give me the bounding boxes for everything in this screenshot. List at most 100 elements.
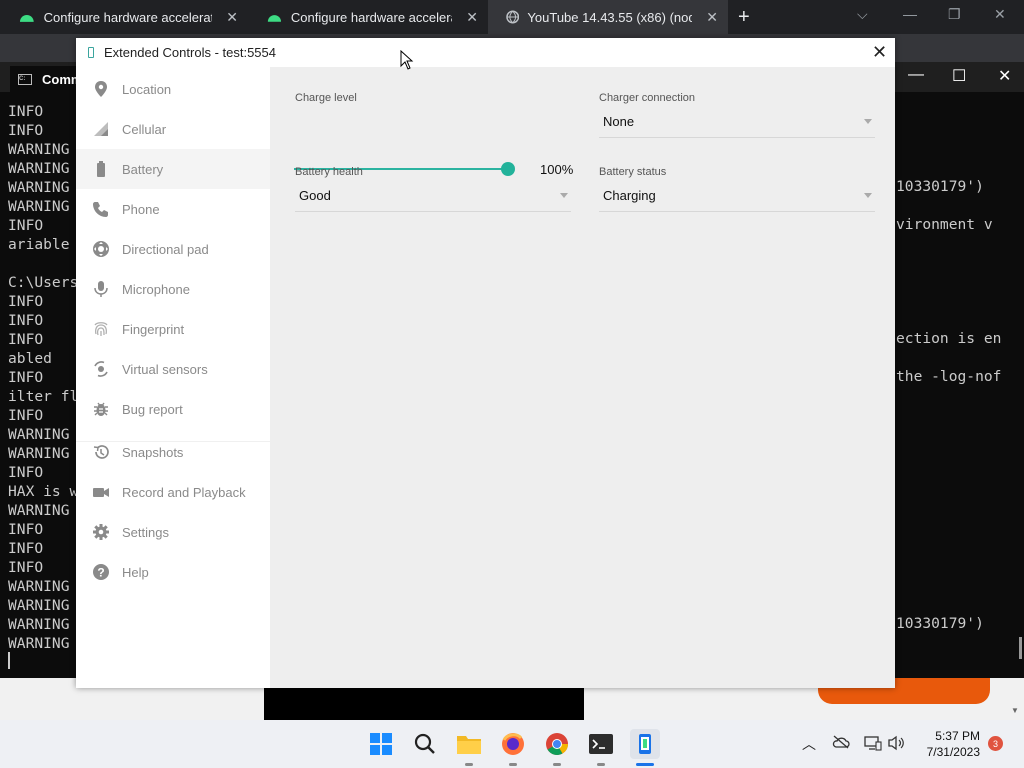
console-close-button[interactable]: ✕ (998, 66, 1011, 86)
fingerprint-icon (92, 320, 110, 338)
text-cursor (8, 652, 10, 669)
console-scrollbar[interactable] (1019, 637, 1022, 659)
battery-status-underline (599, 211, 875, 212)
search-icon[interactable] (411, 730, 439, 758)
app-running-indicator (465, 763, 473, 766)
app-running-indicator (553, 763, 561, 766)
browser-minimize-button[interactable]: — (903, 6, 917, 22)
sidebar-item-label: Virtual sensors (122, 361, 208, 377)
browser-tab-3[interactable]: YouTube 14.43.55 (x86) (nodpi) (A ✕ (488, 0, 728, 34)
console-line: WARNING (8, 141, 70, 158)
sidebar-item-fingerprint[interactable]: Fingerprint (76, 309, 270, 349)
console-line-right: 10330179') (896, 178, 984, 195)
emulator-icon (88, 47, 94, 58)
charger-connection-select[interactable]: None (603, 114, 634, 129)
chevron-down-icon[interactable] (864, 193, 872, 198)
help-icon: ? (92, 563, 110, 581)
console-line: ariable (8, 236, 70, 253)
console-line: WARNING (8, 578, 70, 595)
bug-icon (92, 400, 110, 418)
app-active-indicator (636, 763, 654, 766)
tab-search-button[interactable]: ⌵ (857, 6, 868, 23)
console-line: WARNING (8, 502, 70, 519)
notification-badge[interactable]: 3 (988, 736, 1003, 751)
new-tab-button[interactable]: + (738, 6, 750, 29)
windows-start-icon[interactable] (367, 730, 395, 758)
history-icon (92, 443, 110, 461)
sidebar-item-record-and-playback[interactable]: Record and Playback (76, 472, 270, 512)
gear-icon (92, 523, 110, 541)
close-button[interactable]: ✕ (872, 42, 887, 63)
sidebar-item-label: Snapshots (122, 444, 184, 460)
chevron-down-icon[interactable] (864, 119, 872, 124)
sidebar-item-directional-pad[interactable]: Directional pad (76, 229, 270, 269)
chrome-icon[interactable] (543, 730, 571, 758)
sidebar-item-battery[interactable]: Battery (76, 149, 270, 189)
sidebar-item-label: Battery (122, 161, 164, 177)
tray-chevron-icon[interactable]: ︿ (802, 734, 816, 754)
sidebar-item-location[interactable]: Location (76, 69, 270, 109)
mouse-pointer-icon (400, 50, 414, 70)
svg-text:?: ? (97, 566, 104, 580)
battery-panel: Charge level 100% Charger connection Non… (270, 67, 895, 688)
sidebar-item-help[interactable]: ? Help (76, 552, 270, 592)
sidebar-item-phone[interactable]: Phone (76, 189, 270, 229)
extended-controls-titlebar[interactable]: Extended Controls - test:5554 ✕ (76, 38, 895, 67)
sidebar-item-bug-report[interactable]: Bug report (76, 389, 270, 429)
android-emulator-icon[interactable] (630, 729, 660, 759)
onedrive-offline-icon[interactable] (832, 735, 850, 754)
clock-time[interactable]: 5:37 PM (920, 729, 980, 743)
console-maximize-button[interactable]: ☐ (952, 66, 966, 86)
console-line: INFO (8, 122, 44, 139)
charger-connection-label: Charger connection (599, 92, 696, 104)
browser-maximize-button[interactable]: ❐ (948, 6, 961, 23)
android-icon (19, 15, 34, 22)
browser-tab-bar: Configure hardware acceleration ✕ Config… (0, 0, 1024, 34)
console-line: ilter fl (8, 388, 79, 405)
console-line: INFO (8, 331, 44, 348)
console-line: WARNING (8, 445, 70, 462)
extended-controls-window: Extended Controls - test:5554 ✕ Location… (76, 38, 895, 688)
console-line-right: the -log-nof (896, 368, 1002, 385)
sidebar-item-virtual-sensors[interactable]: Virtual sensors (76, 349, 270, 389)
cmd-icon: C: (18, 73, 32, 85)
extended-controls-sidebar: Location Cellular Battery Phone Directional … (76, 67, 270, 688)
tab-title: Configure hardware acceleration (43, 9, 213, 25)
battery-health-select[interactable]: Good (299, 188, 331, 203)
sidebar-item-settings[interactable]: Settings (76, 512, 270, 552)
console-output: INFO INFO WARNING WARNING WARNING WARNING INFO… (8, 102, 78, 653)
console-line: INFO (8, 407, 44, 424)
tab-close-icon[interactable]: ✕ (706, 9, 718, 26)
tab-close-icon[interactable]: ✕ (226, 9, 238, 26)
sidebar-item-snapshots[interactable]: Snapshots (76, 432, 270, 472)
clock-date[interactable]: 7/31/2023 (910, 745, 980, 759)
sidebar-item-label: Record and Playback (122, 484, 246, 500)
sidebar-item-cellular[interactable]: Cellular (76, 109, 270, 149)
scroll-down-arrow-icon[interactable]: ▼ (1011, 706, 1019, 715)
browser-close-button[interactable]: ✕ (994, 6, 1006, 23)
charge-level-slider-thumb[interactable] (501, 162, 515, 176)
file-explorer-icon[interactable] (455, 730, 483, 758)
sidebar-item-label: Microphone (122, 281, 190, 297)
terminal-icon[interactable] (587, 730, 615, 758)
console-line: INFO (8, 540, 44, 557)
charger-connection-underline (599, 137, 875, 138)
firefox-icon[interactable] (499, 730, 527, 758)
network-icon[interactable] (864, 735, 882, 756)
sidebar-item-microphone[interactable]: Microphone (76, 269, 270, 309)
browser-tab-2[interactable]: Configure hardware acceleration ✕ (248, 0, 488, 34)
tab-close-icon[interactable]: ✕ (466, 9, 478, 26)
app-running-indicator (597, 763, 605, 766)
browser-tab-1[interactable]: Configure hardware acceleration ✕ (0, 0, 248, 34)
console-line-right: vironment v (896, 216, 993, 233)
volume-icon[interactable] (888, 735, 906, 756)
battery-status-select[interactable]: Charging (603, 188, 656, 203)
console-line-right: 10330179') (896, 615, 984, 632)
console-line: WARNING (8, 160, 70, 177)
sidebar-item-label: Fingerprint (122, 321, 185, 337)
console-line: WARNING (8, 616, 70, 633)
globe-icon (506, 10, 520, 24)
console-minimize-button[interactable]: — (908, 66, 924, 84)
chevron-down-icon[interactable] (560, 193, 568, 198)
